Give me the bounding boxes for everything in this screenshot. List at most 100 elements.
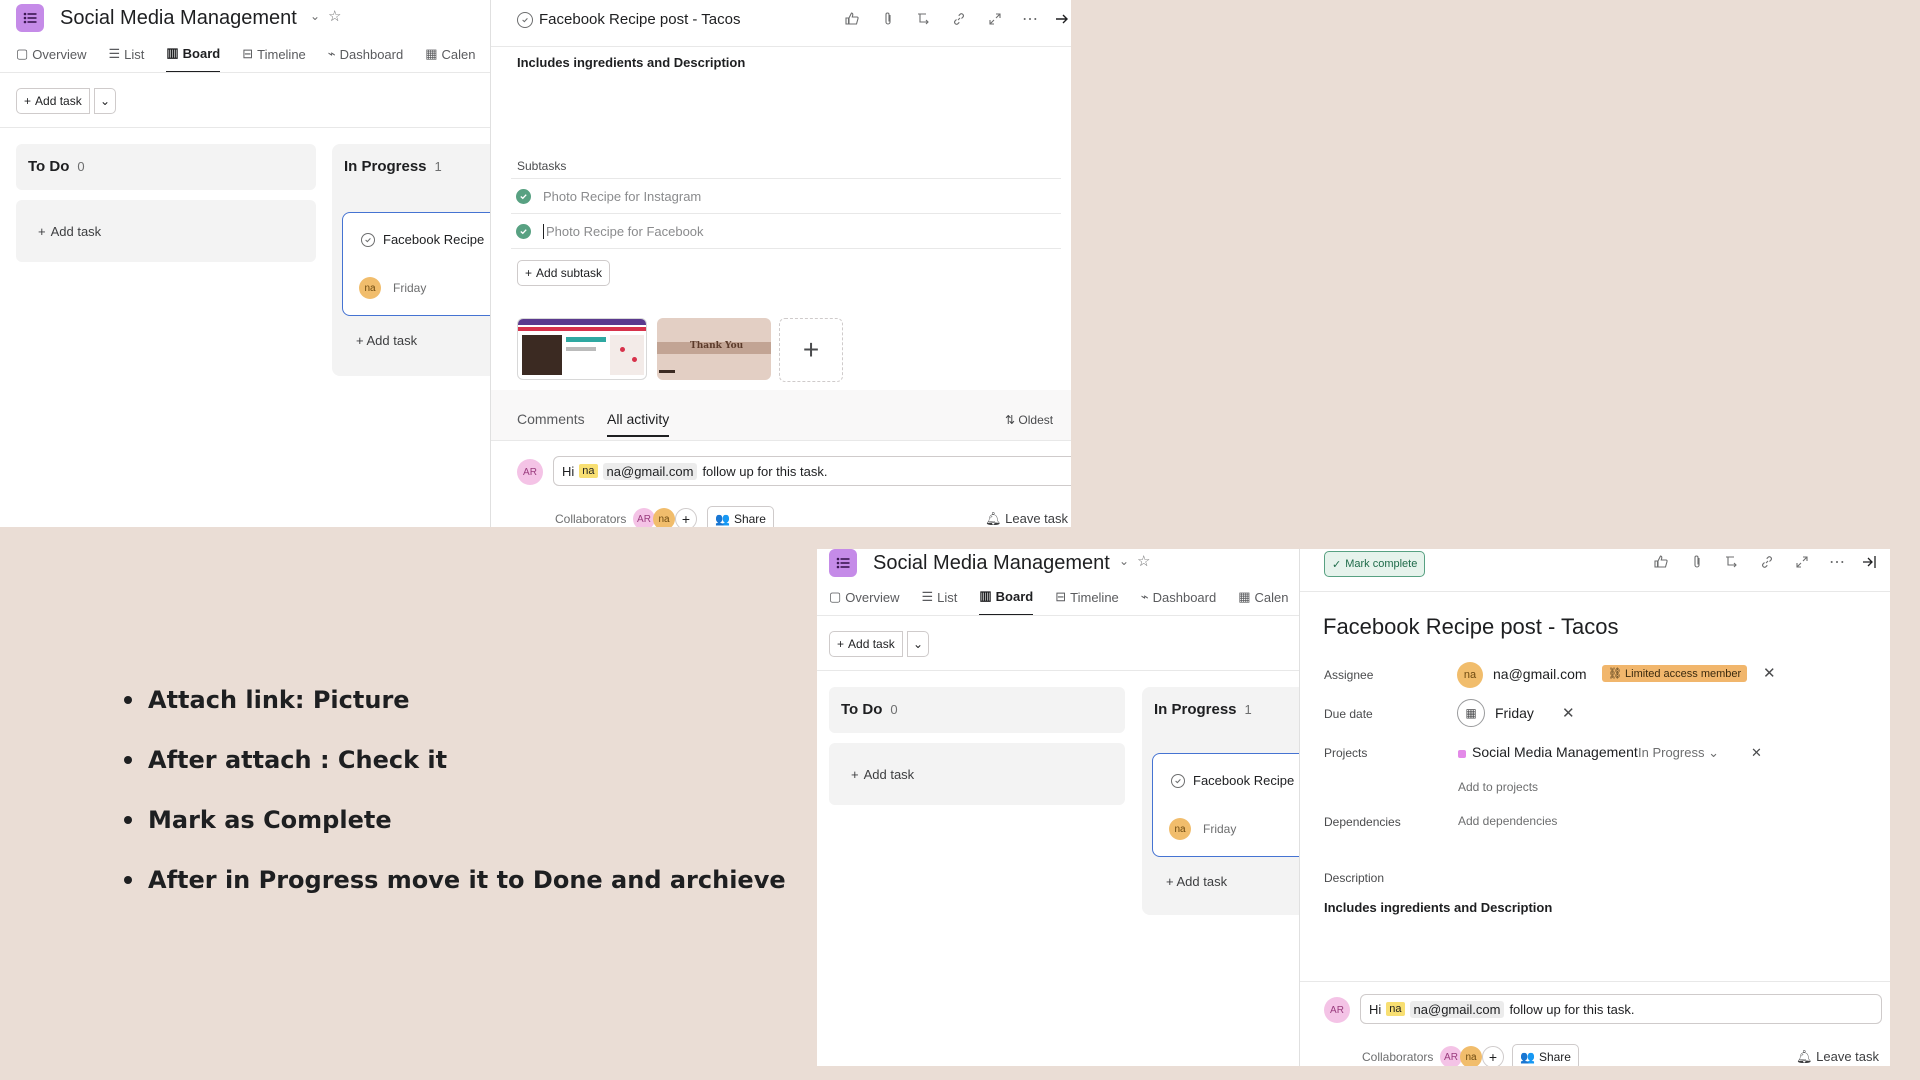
avatar[interactable]: na [1460,1046,1482,1066]
thumbs-up-icon[interactable] [843,10,861,28]
tab-board[interactable]: ▥ Board [979,588,1034,616]
task-card[interactable]: Facebook Recipe na Friday [342,212,512,316]
add-attachment-button[interactable]: + [779,318,843,382]
subtask-item[interactable]: Photo Recipe for Facebook [543,224,704,239]
plus-icon: + [1166,874,1177,889]
add-collaborator-icon[interactable]: + [1482,1046,1504,1066]
task-description[interactable]: Includes ingredients and Description [1324,900,1552,915]
tab-overview[interactable]: ▢ Overview [829,588,899,616]
tab-overview[interactable]: ▢ Overview [16,45,86,73]
remove-assignee-icon[interactable]: ✕ [1763,664,1776,682]
task-card[interactable]: Facebook Recipe na Friday [1152,753,1322,857]
attachment-thumbnail[interactable] [517,318,647,380]
add-subtask-button[interactable]: + Add subtask [517,260,611,286]
project-section-select[interactable]: In Progress ⌄ [1638,745,1719,761]
more-icon[interactable]: ⋯ [1021,10,1039,28]
comment-divider [1300,981,1890,982]
add-dependencies-link[interactable]: Add dependencies [1458,814,1557,828]
share-button[interactable]: 👥 Share [1512,1044,1579,1066]
add-task-dropdown[interactable]: ⌄ [907,631,929,657]
expand-icon[interactable] [986,10,1004,28]
link-icon[interactable] [1758,553,1776,571]
subtask-icon[interactable] [1723,553,1741,571]
calendar-icon[interactable]: ▦ [1457,699,1485,727]
tab-calendar[interactable]: ▦ Calen [425,45,475,73]
task-detail-panel: ✓ Mark complete ⋯ Facebook Recipe post - … [1299,549,1890,1066]
tab-list[interactable]: ☰ List [108,45,144,73]
paperclip-icon[interactable] [879,10,897,28]
column-in-progress-add-task[interactable]: + Add task [356,333,417,348]
column-todo-add-task[interactable]: + Add task [16,200,316,262]
subtask-complete-icon[interactable] [516,224,531,239]
share-button[interactable]: 👥 Share [707,506,774,527]
thumbs-up-icon[interactable] [1652,553,1670,571]
tab-comments[interactable]: Comments [517,411,585,427]
avatar[interactable]: na [1169,818,1191,840]
due-date-value[interactable]: Friday [1495,705,1534,721]
remove-project-icon[interactable]: ✕ [1751,745,1762,761]
star-icon[interactable]: ☆ [1137,552,1150,570]
tab-dashboard[interactable]: ⌁ Dashboard [328,45,403,73]
subtask-icon[interactable] [915,10,933,28]
leave-task-button[interactable]: 🔔︎ Leave task [1796,1049,1879,1065]
chevron-down-icon[interactable]: ⌄ [310,9,320,23]
plus-icon: + [837,637,845,651]
bell-icon: 🔔︎ [1796,1049,1817,1064]
thumb-text-block [566,347,596,351]
comment-input[interactable]: Hi na na@gmail.com follow up for this ta… [553,456,1071,486]
avatar: AR [1324,997,1350,1023]
tab-all-activity[interactable]: All activity [607,411,670,437]
more-icon[interactable]: ⋯ [1828,553,1846,571]
check-circle-icon[interactable] [517,12,533,28]
assignee-email[interactable]: na@gmail.com [1493,666,1587,682]
add-task-button[interactable]: + Add task [16,88,90,114]
avatar[interactable]: AR [633,508,655,527]
subtask-item[interactable]: Photo Recipe for Instagram [543,189,701,204]
task-description[interactable]: Includes ingredients and Description [517,55,745,70]
clear-due-date-icon[interactable]: ✕ [1562,704,1575,722]
sort-oldest-button[interactable]: ⇅ Oldest [1005,413,1053,427]
project-list-icon[interactable] [16,4,44,32]
tab-calendar[interactable]: ▦ Calen [1238,588,1288,616]
chevron-down-icon[interactable]: ⌄ [1119,554,1129,568]
dashboard-icon: ⌁ [1140,589,1149,604]
limited-access-badge: ⛓ Limited access member [1602,665,1748,682]
add-collaborator-icon[interactable]: + [675,508,697,527]
subtask-complete-icon[interactable] [516,189,531,204]
project-list-icon[interactable] [829,549,857,577]
tab-dashboard[interactable]: ⌁ Dashboard [1141,588,1216,616]
tab-list[interactable]: ☰ List [921,588,957,616]
comment-input[interactable]: Hi na na@gmail.com follow up for this ta… [1360,994,1882,1024]
tab-timeline[interactable]: ⊟ Timeline [242,45,306,73]
check-circle-icon[interactable] [361,233,375,247]
overview-icon: ▢ [829,589,842,604]
task-title[interactable]: Facebook Recipe post - Tacos [539,11,741,28]
link-icon[interactable] [950,10,968,28]
add-task-dropdown[interactable]: ⌄ [94,88,116,114]
thumb-caption: Thank You [690,341,744,351]
avatar[interactable]: na [359,277,381,299]
expand-icon[interactable] [1793,553,1811,571]
project-name[interactable]: Social Media Management [1472,744,1638,760]
check-circle-icon[interactable] [1171,774,1185,788]
plus-icon: + [356,333,367,348]
tab-board[interactable]: ▥ Board [166,45,221,73]
mark-complete-button[interactable]: ✓ Mark complete [1324,551,1426,577]
column-in-progress-add-task[interactable]: + Add task [1166,874,1227,889]
task-title[interactable]: Facebook Recipe post - Tacos [1323,614,1619,640]
avatar[interactable]: na [653,508,675,527]
close-panel-icon[interactable] [1860,553,1878,571]
instruction-list: Attach link: Picture After attach : Chec… [148,670,786,910]
add-task-button[interactable]: + Add task [829,631,903,657]
add-to-projects-link[interactable]: Add to projects [1458,780,1538,794]
avatar[interactable]: na [1457,662,1483,688]
column-todo-title: To Do 0 [28,158,85,175]
close-panel-icon[interactable] [1053,10,1071,28]
paperclip-icon[interactable] [1688,553,1706,571]
attachment-thumbnail[interactable]: Thank You [657,318,771,380]
leave-task-button[interactable]: 🔔︎ Leave task [985,511,1068,527]
tab-timeline[interactable]: ⊟ Timeline [1055,588,1119,616]
column-todo-add-task[interactable]: + Add task [829,743,1125,805]
avatar[interactable]: AR [1440,1046,1462,1066]
star-icon[interactable]: ☆ [328,7,341,25]
